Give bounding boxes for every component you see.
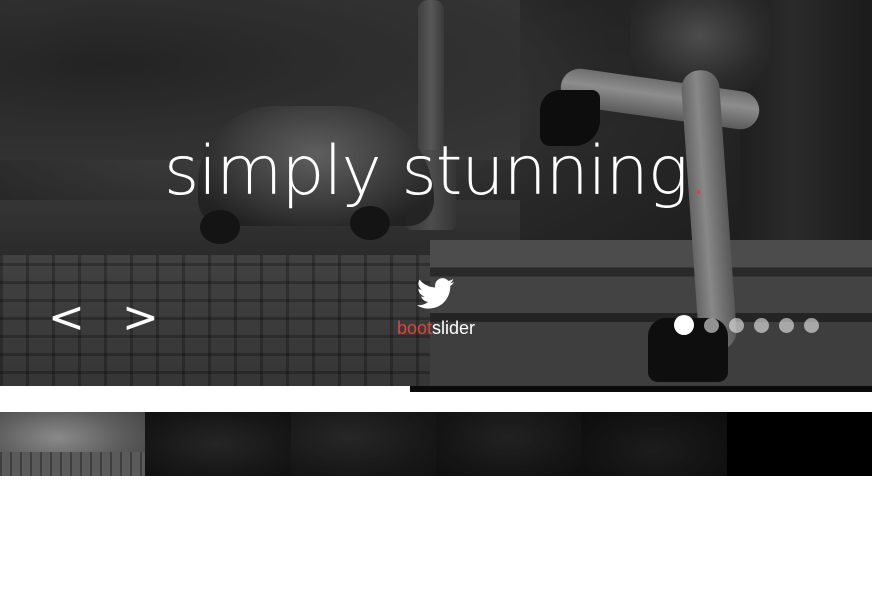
pagination-dot-3[interactable] [729,317,744,333]
brand-name: bootslider [380,318,492,339]
pagination-dot-5[interactable] [779,317,794,333]
slide-3-thumbnail[interactable] [290,412,436,476]
headline-text: simply stunning [163,132,689,211]
hero-slider: simply stunning. < > bootslider [0,0,872,392]
slide-pagination [674,315,819,335]
slide-headline: simply stunning. [0,138,872,206]
thumbnail-strip [0,412,872,476]
slide-4-thumbnail[interactable] [435,412,582,476]
slide-progress-fill [0,386,410,392]
previous-slide-button[interactable]: < [48,296,85,340]
pagination-dot-6[interactable] [804,317,819,333]
slide-2-thumbnail[interactable] [145,412,291,476]
brand-name-main: slider [432,318,476,338]
next-slide-button[interactable]: > [122,296,159,340]
headline-accent-dot: . [687,132,710,211]
pagination-dot-1[interactable] [674,315,694,335]
twitter-bird-icon [417,278,455,309]
slide-6-thumbnail[interactable] [726,412,872,476]
slide-1-thumbnail[interactable] [0,412,146,476]
brand-name-accent: boot [396,318,433,338]
pagination-dot-4[interactable] [754,317,769,333]
pagination-dot-2[interactable] [704,317,719,333]
brand-logo: bootslider [380,278,492,339]
slide-5-thumbnail[interactable] [581,412,727,476]
slide-progress-bar [0,386,872,392]
